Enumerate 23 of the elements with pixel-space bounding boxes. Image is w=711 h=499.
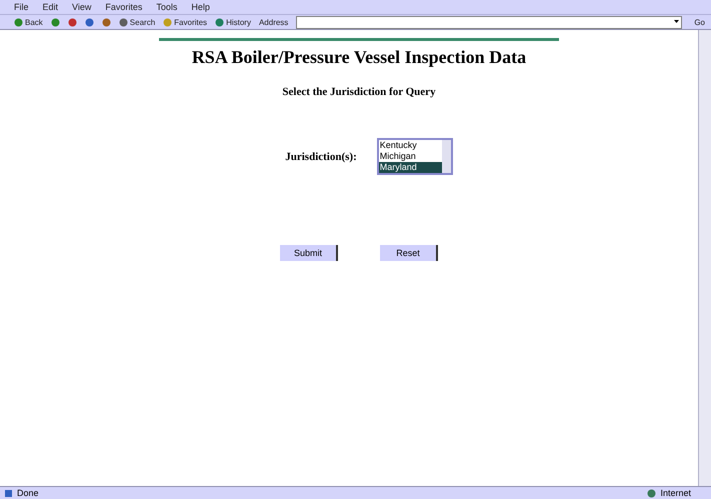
form-button[interactable]: Reset [380,245,438,261]
menu-item[interactable]: Edit [42,2,58,12]
jurisdiction-listbox[interactable]: Kentucky Michigan Maryland [376,138,453,175]
menu-item[interactable]: File [14,2,29,12]
menu-item[interactable]: Help [191,2,210,12]
history-button[interactable]: History [215,18,251,26]
scrollbar[interactable] [698,30,711,486]
page-subtitle: Select the Jurisdiction for Query [282,86,436,98]
list-option[interactable]: Maryland [378,162,442,173]
favorites-button[interactable]: Favorites [163,18,208,26]
menu-item[interactable]: Tools [156,2,178,12]
menu-item[interactable]: Favorites [105,2,142,12]
field-label: Jurisdiction(s): [285,150,357,162]
search-button[interactable]: Search [118,18,156,26]
address-field[interactable] [296,16,682,28]
go-button[interactable]: Go [694,18,705,26]
address-label: Address [258,18,288,26]
zone-text: Internet [660,488,691,498]
status-text: Done [17,488,39,498]
back-button[interactable]: Back [14,18,43,26]
form-button[interactable]: Submit [280,245,338,261]
page-title: RSA Boiler/Pressure Vessel Inspection Data [192,47,526,68]
menu-item[interactable]: View [72,2,92,12]
